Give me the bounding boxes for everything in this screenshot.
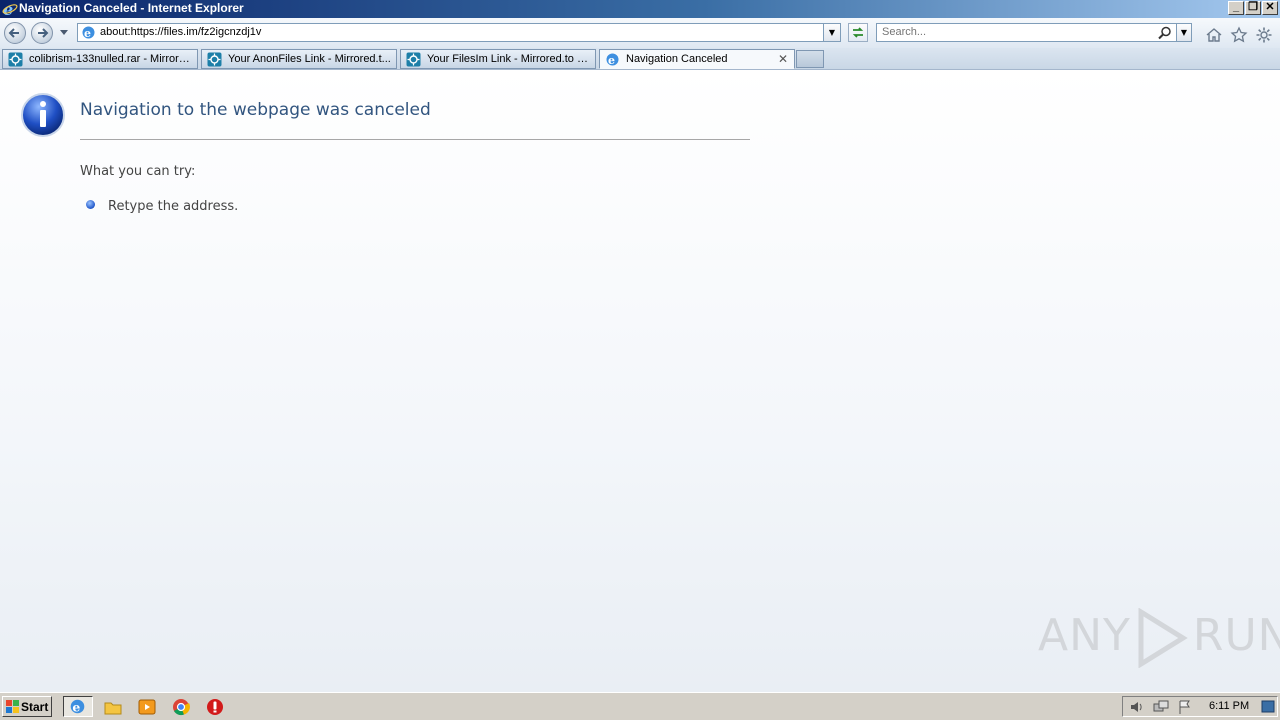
minimize-button[interactable]: _: [1228, 1, 1244, 15]
page-title: Navigation to the webpage was canceled: [80, 100, 431, 120]
maximize-button[interactable]: ❐: [1245, 1, 1261, 15]
suggestion-retype-address: Retype the address.: [108, 199, 239, 214]
favorites-star-icon[interactable]: [1230, 26, 1248, 44]
new-tab-button[interactable]: [796, 50, 824, 68]
site-icon: [8, 52, 23, 67]
svg-text:e: e: [84, 27, 91, 40]
address-bar[interactable]: e about:https://files.im/fz2igcnzdj1v ▼: [77, 23, 841, 42]
action-center-flag-icon[interactable]: [1177, 699, 1193, 715]
tab-label: Your FilesIm Link - Mirrored.to - ...: [427, 53, 591, 65]
media-player-icon[interactable]: [138, 698, 156, 716]
bullet-icon: [86, 200, 95, 209]
site-icon: [406, 52, 421, 67]
tab-colibrism[interactable]: colibrism-133nulled.rar - Mirrore...: [2, 49, 198, 69]
watermark-right: RUN: [1192, 610, 1280, 661]
taskbar-internet-explorer[interactable]: e: [63, 696, 93, 717]
svg-text:e: e: [72, 700, 80, 715]
title-bar: e Navigation Canceled - Internet Explore…: [0, 0, 1280, 18]
address-url[interactable]: about:https://files.im/fz2igcnzdj1v: [100, 26, 261, 38]
ie-page-icon: e: [606, 53, 619, 67]
network-icon[interactable]: [1153, 699, 1169, 715]
tab-label: Your AnonFiles Link - Mirrored.t...: [228, 53, 391, 65]
tab-anonfiles[interactable]: Your AnonFiles Link - Mirrored.t...: [201, 49, 397, 69]
ie-page-icon: e: [82, 26, 95, 40]
windows-logo-icon: [6, 700, 19, 713]
window-title: Navigation Canceled - Internet Explorer: [19, 1, 244, 15]
chrome-icon[interactable]: [172, 698, 190, 716]
taskbar: Start e 6:11 PM: [0, 692, 1280, 720]
site-icon: [207, 52, 222, 67]
tab-close-icon[interactable]: ✕: [778, 52, 788, 66]
address-dropdown-button[interactable]: ▼: [823, 24, 840, 41]
tab-bar: colibrism-133nulled.rar - Mirrore... You…: [0, 48, 1280, 70]
start-button[interactable]: Start: [2, 696, 52, 717]
svg-text:e: e: [608, 54, 615, 67]
clock[interactable]: 6:11 PM: [1209, 700, 1249, 712]
internet-explorer-logo-icon: e: [2, 1, 18, 17]
page-content: Navigation to the webpage was canceled W…: [0, 70, 1280, 692]
anyrun-watermark: ANY RUN: [1038, 608, 1280, 668]
folder-icon[interactable]: [104, 698, 122, 716]
play-logo-icon: [1138, 608, 1188, 668]
gear-icon[interactable]: [1255, 26, 1273, 44]
divider: [80, 139, 750, 140]
tab-filesim[interactable]: Your FilesIm Link - Mirrored.to - ...: [400, 49, 596, 69]
tab-label: Navigation Canceled: [626, 53, 728, 65]
search-box[interactable]: ▼: [876, 23, 1192, 42]
internet-explorer-icon: e: [70, 700, 85, 715]
show-desktop-icon[interactable]: [1261, 699, 1275, 715]
back-arrow-icon: [8, 28, 19, 38]
close-button[interactable]: ✕: [1262, 1, 1278, 15]
search-icon[interactable]: [1158, 26, 1172, 40]
what-you-can-try-label: What you can try:: [80, 164, 196, 179]
volume-icon[interactable]: [1129, 699, 1145, 715]
home-icon[interactable]: [1205, 26, 1223, 44]
search-input[interactable]: [880, 25, 1154, 39]
opera-icon[interactable]: [206, 698, 224, 716]
forward-arrow-icon: [38, 28, 49, 38]
tab-label: colibrism-133nulled.rar - Mirrore...: [29, 53, 193, 65]
search-dropdown-button[interactable]: ▼: [1176, 24, 1191, 41]
back-button[interactable]: [4, 22, 26, 44]
tab-navigation-canceled[interactable]: e Navigation Canceled ✕: [599, 49, 795, 69]
compatibility-refresh-icon: [852, 27, 864, 38]
refresh-button[interactable]: [848, 23, 868, 42]
watermark-left: ANY: [1038, 610, 1131, 661]
start-label: Start: [21, 700, 49, 714]
info-icon: [21, 93, 65, 137]
history-dropdown-icon[interactable]: [60, 30, 68, 36]
system-tray: 6:11 PM: [1122, 696, 1278, 717]
forward-button[interactable]: [31, 22, 53, 44]
navigation-bar: e about:https://files.im/fz2igcnzdj1v ▼ …: [0, 18, 1280, 48]
